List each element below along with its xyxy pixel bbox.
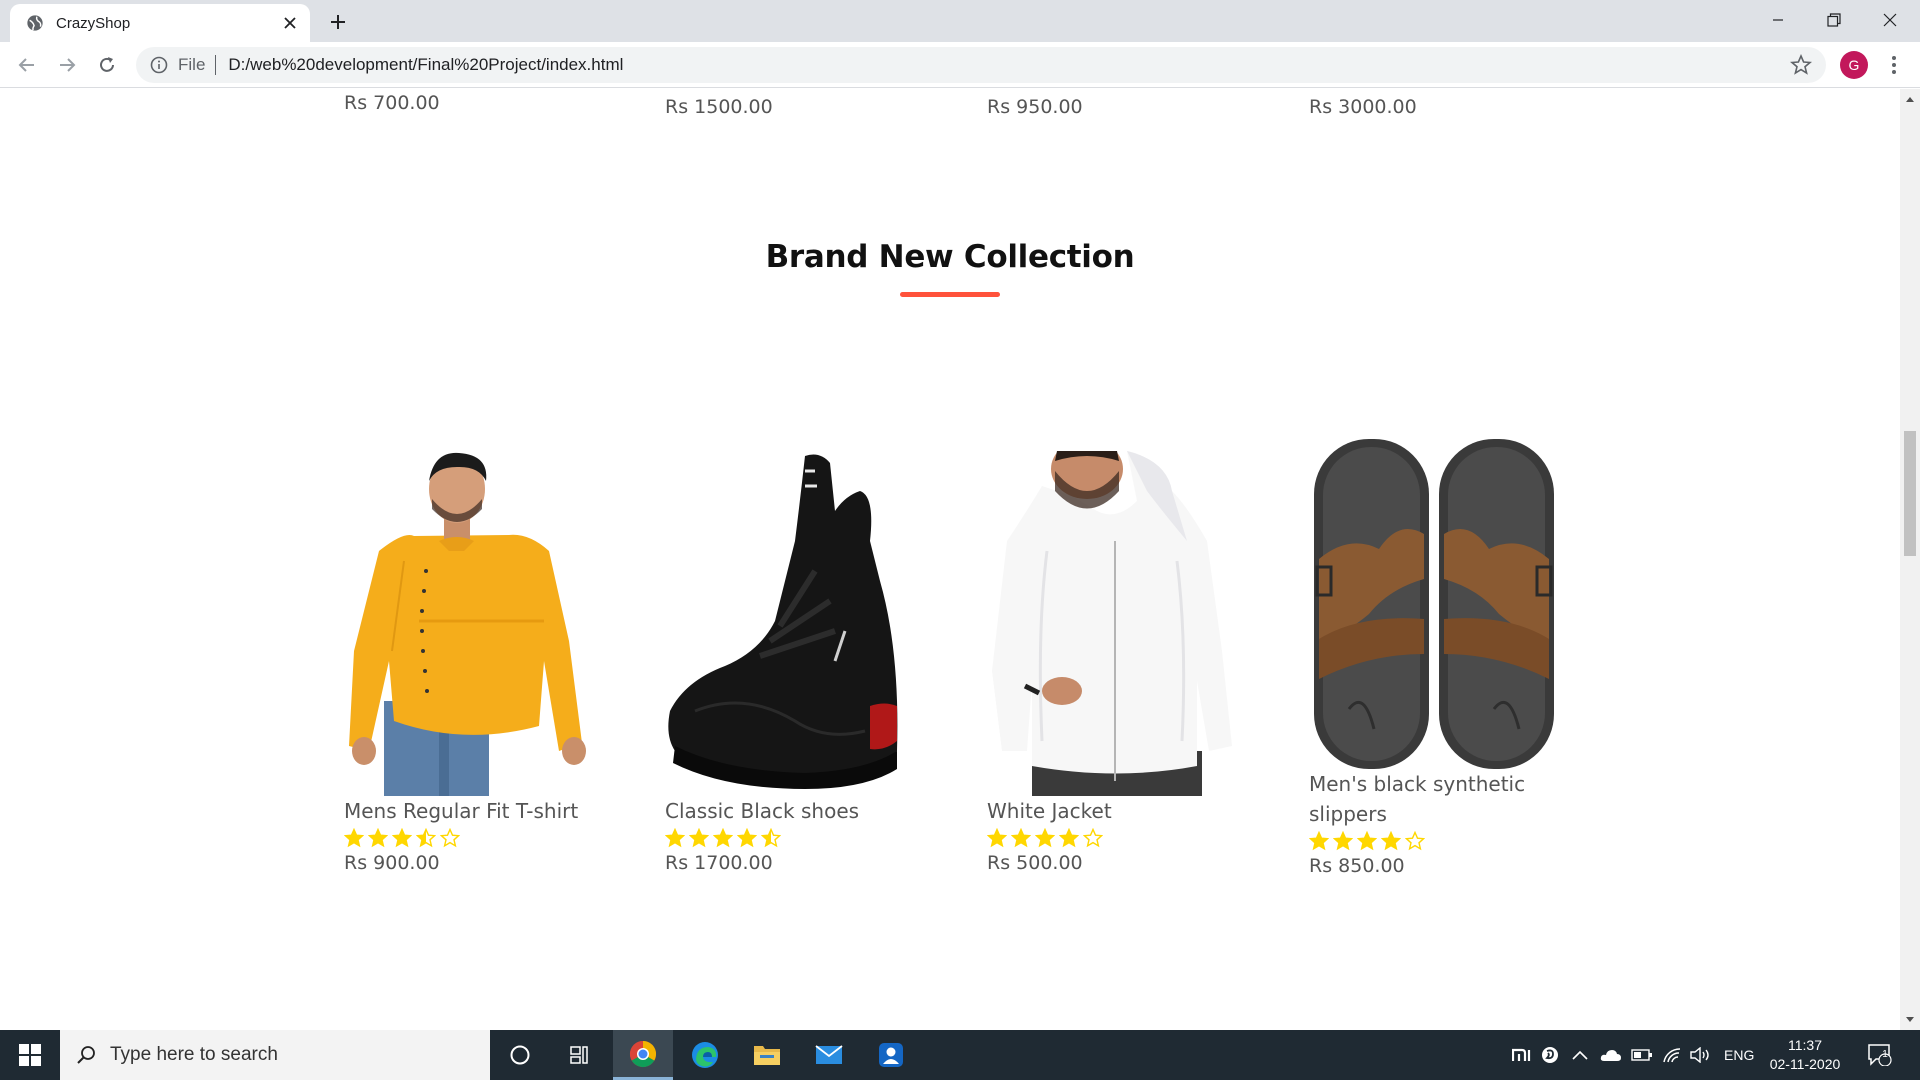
mi-tray-icon[interactable] [1512, 1030, 1532, 1080]
battery-icon[interactable] [1631, 1030, 1653, 1080]
cortana-icon[interactable] [490, 1030, 550, 1080]
search-placeholder: Type here to search [110, 1044, 278, 1065]
clock-time: 11:37 [1788, 1037, 1822, 1053]
prev-product-price: Rs 1500.00 [665, 96, 773, 118]
url-text[interactable]: D:/web%20development/Final%20Project/ind… [228, 55, 1790, 75]
product-price: Rs 1700.00 [665, 852, 773, 874]
close-tab-icon[interactable] [280, 13, 300, 33]
browser-toolbar: File D:/web%20development/Final%20Projec… [0, 42, 1920, 88]
minimize-button[interactable] [1750, 0, 1806, 40]
back-button[interactable] [12, 50, 42, 80]
star-empty-icon [1405, 831, 1425, 851]
star-filled-icon [392, 828, 412, 848]
rating-stars [665, 828, 915, 848]
star-filled-icon [987, 828, 1007, 848]
close-window-button[interactable] [1862, 0, 1918, 40]
section-title: Brand New Collection [765, 239, 1135, 275]
chevron-up-icon[interactable] [1572, 1030, 1588, 1080]
notification-count: 1 [1882, 1049, 1888, 1060]
reload-button[interactable] [92, 50, 122, 80]
product-card[interactable]: Men's black synthetic slippers Rs 850.00 [1309, 439, 1559, 877]
star-filled-icon [689, 828, 709, 848]
star-filled-icon [737, 828, 757, 848]
star-filled-icon [1059, 828, 1079, 848]
star-empty-icon [1083, 828, 1103, 848]
star-half-icon [761, 828, 781, 848]
windows-logo-icon [19, 1044, 41, 1066]
prev-product-price: Rs 700.00 [344, 92, 440, 114]
file-explorer-icon[interactable] [737, 1030, 797, 1080]
product-price: Rs 900.00 [344, 852, 440, 874]
star-filled-icon [713, 828, 733, 848]
mail-icon[interactable] [799, 1030, 859, 1080]
wifi-icon[interactable] [1662, 1030, 1682, 1080]
windows-taskbar: Type here to search ENG 11:37 02-11-2020… [0, 1030, 1920, 1080]
star-filled-icon [1357, 831, 1377, 851]
product-name[interactable]: White Jacket [987, 796, 1237, 826]
product-image-jacket[interactable] [987, 439, 1237, 796]
product-name[interactable]: Mens Regular Fit T-shirt [344, 796, 594, 826]
product-name[interactable]: Men's black synthetic slippers [1309, 769, 1559, 829]
star-filled-icon [1333, 831, 1353, 851]
onedrive-icon[interactable] [1600, 1030, 1622, 1080]
page-viewport: Rs 700.00 Rs 1500.00 Rs 950.00 Rs 3000.0… [0, 89, 1900, 1030]
browser-menu-icon[interactable] [1882, 50, 1906, 80]
action-center-icon[interactable]: 1 [1868, 1030, 1892, 1080]
star-filled-icon [1381, 831, 1401, 851]
prev-product-price: Rs 3000.00 [1309, 96, 1417, 118]
rating-stars [987, 828, 1237, 848]
star-empty-icon [440, 828, 460, 848]
forward-button[interactable] [52, 50, 82, 80]
star-filled-icon [344, 828, 364, 848]
new-tab-button[interactable] [324, 8, 352, 36]
scroll-thumb[interactable] [1904, 431, 1916, 556]
star-filled-icon [1309, 831, 1329, 851]
restore-button[interactable] [1806, 0, 1862, 40]
start-button[interactable] [0, 1030, 60, 1080]
product-price: Rs 850.00 [1309, 855, 1405, 877]
product-image-shirt[interactable] [344, 451, 594, 796]
title-underline [900, 292, 1000, 297]
language-indicator[interactable]: ENG [1724, 1030, 1754, 1080]
address-bar[interactable]: File D:/web%20development/Final%20Projec… [136, 47, 1826, 83]
star-half-icon [416, 828, 436, 848]
edge-icon[interactable] [675, 1030, 735, 1080]
tab-strip: CrazyShop [0, 0, 1920, 42]
sync-tray-icon[interactable] [1541, 1030, 1559, 1080]
prev-product-price: Rs 950.00 [987, 96, 1083, 118]
product-image-shoes[interactable] [665, 451, 915, 796]
profile-avatar[interactable]: G [1840, 51, 1868, 79]
search-icon [77, 1046, 95, 1064]
url-separator [215, 55, 217, 75]
globe-icon [27, 15, 43, 31]
page-scrollbar[interactable] [1900, 89, 1920, 1030]
product-price: Rs 500.00 [987, 852, 1083, 874]
clock-date: 02-11-2020 [1769, 1056, 1841, 1072]
info-icon[interactable] [150, 56, 168, 74]
product-card[interactable]: White Jacket Rs 500.00 [987, 439, 1237, 874]
people-app-icon[interactable] [861, 1030, 921, 1080]
chrome-icon[interactable] [613, 1030, 673, 1080]
bookmark-star-icon[interactable] [1790, 54, 1812, 76]
star-filled-icon [665, 828, 685, 848]
star-filled-icon [1011, 828, 1031, 848]
star-filled-icon [1035, 828, 1055, 848]
product-card[interactable]: Classic Black shoes Rs 1700.00 [665, 451, 915, 874]
product-name[interactable]: Classic Black shoes [665, 796, 915, 826]
star-filled-icon [368, 828, 388, 848]
task-view-icon[interactable] [550, 1030, 610, 1080]
tab-crazyshop[interactable]: CrazyShop [10, 4, 310, 42]
product-card[interactable]: Mens Regular Fit T-shirt Rs 900.00 [344, 451, 594, 874]
rating-stars [344, 828, 594, 848]
rating-stars [1309, 831, 1559, 851]
volume-icon[interactable] [1690, 1030, 1712, 1080]
scroll-up-arrow-icon[interactable] [1905, 95, 1915, 105]
url-scheme: File [178, 55, 206, 74]
taskbar-clock[interactable]: 11:37 02-11-2020 [1760, 1036, 1850, 1074]
product-image-slippers[interactable] [1309, 439, 1559, 769]
taskbar-search[interactable]: Type here to search [60, 1030, 490, 1080]
tab-title: CrazyShop [56, 14, 131, 32]
scroll-down-arrow-icon[interactable] [1905, 1014, 1915, 1024]
